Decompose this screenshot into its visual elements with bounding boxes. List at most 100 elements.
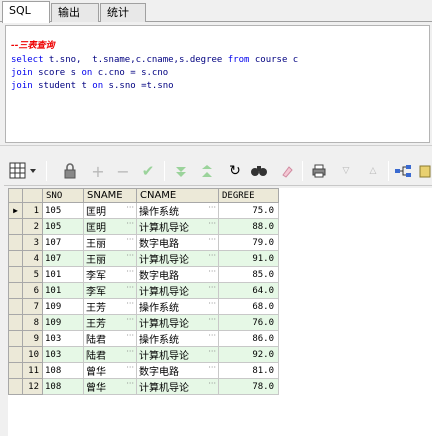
cell-sname[interactable]: 匡明 ··· [83,218,137,235]
cell-cname[interactable]: 数字电路 ··· [136,266,219,283]
ellipsis-icon[interactable]: ··· [126,283,134,292]
tab-sql[interactable]: SQL [2,1,50,23]
cell-sname[interactable]: 李军 ··· [83,282,137,299]
cell-sno[interactable]: 107 [42,234,84,251]
table-row[interactable]: 11 108 曾华 ··· 数字电路 ··· 81.0 [8,362,279,379]
cell-degree[interactable]: 81.0 [218,362,279,379]
cell-sno[interactable]: 109 [42,314,84,331]
table-row[interactable]: 8 109 王芳 ··· 计算机导论 ··· 76.0 [8,314,279,331]
cell-sno[interactable]: 107 [42,250,84,267]
table-row[interactable]: 12 108 曾华 ··· 计算机导论 ··· 78.0 [8,378,279,395]
cell-cname[interactable]: 计算机导论 ··· [136,218,219,235]
result-grid[interactable]: SNO SNAME CNAME DEGREE ▶ 1 105 匡明 ··· 操作系… [8,188,432,436]
cell-sno[interactable]: 103 [42,346,84,363]
link-icon[interactable] [392,160,414,182]
ellipsis-icon[interactable]: ··· [208,219,216,228]
ellipsis-icon[interactable]: ··· [126,363,134,372]
filter-down-icon[interactable] [170,160,192,182]
cell-cname[interactable]: 数字电路 ··· [136,234,219,251]
add-icon[interactable]: + [87,160,109,182]
table-row[interactable]: 7 109 王芳 ··· 操作系统 ··· 68.0 [8,298,279,315]
tab-output[interactable]: 输出 [51,3,99,22]
cell-degree[interactable]: 76.0 [218,314,279,331]
cell-cname[interactable]: 计算机导论 ··· [136,314,219,331]
ellipsis-icon[interactable]: ··· [126,331,134,340]
column-header-cname[interactable]: CNAME [136,188,219,203]
cell-degree[interactable]: 79.0 [218,234,279,251]
cell-sname[interactable]: 王丽 ··· [83,250,137,267]
cell-sno[interactable]: 109 [42,298,84,315]
table-row[interactable]: 5 101 李军 ··· 数字电路 ··· 85.0 [8,266,279,283]
cell-cname[interactable]: 操作系统 ··· [136,298,219,315]
ellipsis-icon[interactable]: ··· [126,347,134,356]
cell-sno[interactable]: 101 [42,282,84,299]
cell-cname[interactable]: 操作系统 ··· [136,330,219,347]
ellipsis-icon[interactable]: ··· [126,219,134,228]
table-row[interactable]: 6 101 李军 ··· 计算机导论 ··· 64.0 [8,282,279,299]
ellipsis-icon[interactable]: ··· [208,267,216,276]
table-row[interactable]: 10 103 陆君 ··· 计算机导论 ··· 92.0 [8,346,279,363]
print-icon[interactable] [308,160,330,182]
export-icon[interactable] [415,160,432,182]
cell-degree[interactable]: 64.0 [218,282,279,299]
ellipsis-icon[interactable]: ··· [208,251,216,260]
refresh-icon[interactable]: ↻ [224,160,246,182]
cell-degree[interactable]: 75.0 [218,202,279,219]
cell-cname[interactable]: 计算机导论 ··· [136,282,219,299]
cell-degree[interactable]: 85.0 [218,266,279,283]
cell-degree[interactable]: 91.0 [218,250,279,267]
post-icon[interactable]: ✔ [137,160,159,182]
ellipsis-icon[interactable]: ··· [126,203,134,212]
cell-sname[interactable]: 王芳 ··· [83,298,137,315]
clear-icon[interactable] [276,160,298,182]
ellipsis-icon[interactable]: ··· [126,235,134,244]
cell-cname[interactable]: 计算机导论 ··· [136,378,219,395]
cell-sname[interactable]: 王丽 ··· [83,234,137,251]
ellipsis-icon[interactable]: ··· [126,299,134,308]
cell-degree[interactable]: 88.0 [218,218,279,235]
cell-degree[interactable]: 92.0 [218,346,279,363]
cell-cname[interactable]: 操作系统 ··· [136,202,219,219]
find-icon[interactable] [248,160,270,182]
splitter[interactable] [0,145,432,153]
sql-editor[interactable]: --三表查询 select t.sno, t.sname,c.cname,s.d… [5,25,430,143]
table-row[interactable]: 3 107 王丽 ··· 数字电路 ··· 79.0 [8,234,279,251]
table-row[interactable]: 4 107 王丽 ··· 计算机导论 ··· 91.0 [8,250,279,267]
tab-statistics[interactable]: 统计 [100,3,146,22]
lock-icon[interactable] [59,160,81,182]
ellipsis-icon[interactable]: ··· [208,363,216,372]
ellipsis-icon[interactable]: ··· [208,203,216,212]
cell-cname[interactable]: 计算机导论 ··· [136,346,219,363]
cell-sname[interactable]: 曾华 ··· [83,362,137,379]
grid-menu-icon[interactable] [6,160,42,182]
cell-sno[interactable]: 103 [42,330,84,347]
triangle-down-icon[interactable]: ▽ [335,160,357,182]
cell-degree[interactable]: 78.0 [218,378,279,395]
ellipsis-icon[interactable]: ··· [126,251,134,260]
cell-cname[interactable]: 数字电路 ··· [136,362,219,379]
cell-sno[interactable]: 105 [42,218,84,235]
cell-degree[interactable]: 86.0 [218,330,279,347]
ellipsis-icon[interactable]: ··· [208,299,216,308]
cell-sname[interactable]: 李军 ··· [83,266,137,283]
cell-degree[interactable]: 68.0 [218,298,279,315]
column-header-degree[interactable]: DEGREE [218,188,279,203]
ellipsis-icon[interactable]: ··· [208,379,216,388]
cell-sno[interactable]: 101 [42,266,84,283]
ellipsis-icon[interactable]: ··· [208,347,216,356]
table-row[interactable]: 2 105 匡明 ··· 计算机导论 ··· 88.0 [8,218,279,235]
ellipsis-icon[interactable]: ··· [208,235,216,244]
cell-sname[interactable]: 陆君 ··· [83,346,137,363]
column-header-sno[interactable]: SNO [42,188,84,203]
cell-sname[interactable]: 陆君 ··· [83,330,137,347]
ellipsis-icon[interactable]: ··· [126,267,134,276]
table-row[interactable]: 9 103 陆君 ··· 操作系统 ··· 86.0 [8,330,279,347]
cell-sno[interactable]: 108 [42,378,84,395]
triangle-up-icon[interactable]: △ [362,160,384,182]
cell-sname[interactable]: 曾华 ··· [83,378,137,395]
cell-sno[interactable]: 105 [42,202,84,219]
ellipsis-icon[interactable]: ··· [208,283,216,292]
column-header-sname[interactable]: SNAME [83,188,137,203]
ellipsis-icon[interactable]: ··· [126,315,134,324]
filter-up-icon[interactable] [196,160,218,182]
